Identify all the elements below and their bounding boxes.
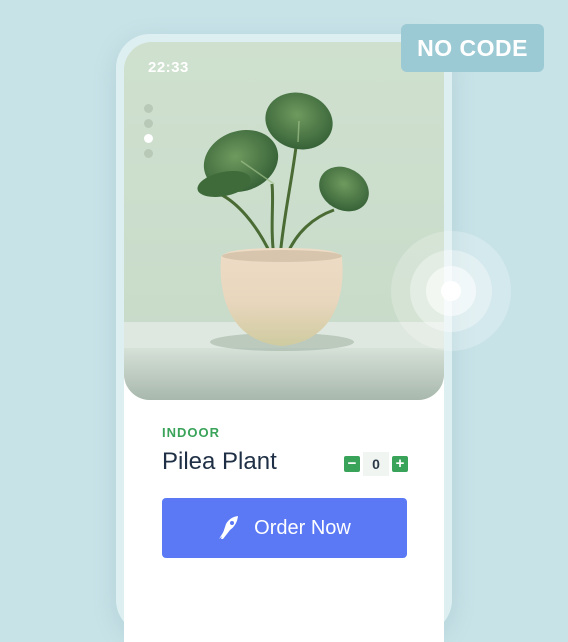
- quantity-stepper: − 0 +: [344, 452, 408, 476]
- carousel-dot[interactable]: [144, 149, 153, 158]
- product-category: INDOOR: [162, 425, 220, 440]
- increment-button[interactable]: +: [392, 456, 408, 472]
- quantity-value: 0: [363, 452, 389, 476]
- rocket-icon: [219, 516, 239, 539]
- product-name: Pilea Plant: [162, 448, 277, 475]
- order-now-label: Order Now: [254, 516, 351, 539]
- status-time: 22:33: [148, 59, 189, 76]
- tap-indicator: [390, 230, 512, 352]
- decrement-button[interactable]: −: [344, 456, 360, 472]
- order-now-button[interactable]: Order Now: [162, 498, 407, 558]
- carousel-dot-active[interactable]: [144, 134, 153, 143]
- carousel-indicator: [144, 104, 154, 164]
- carousel-dot[interactable]: [144, 104, 153, 113]
- carousel-dot[interactable]: [144, 119, 153, 128]
- no-code-badge: NO CODE: [401, 24, 544, 72]
